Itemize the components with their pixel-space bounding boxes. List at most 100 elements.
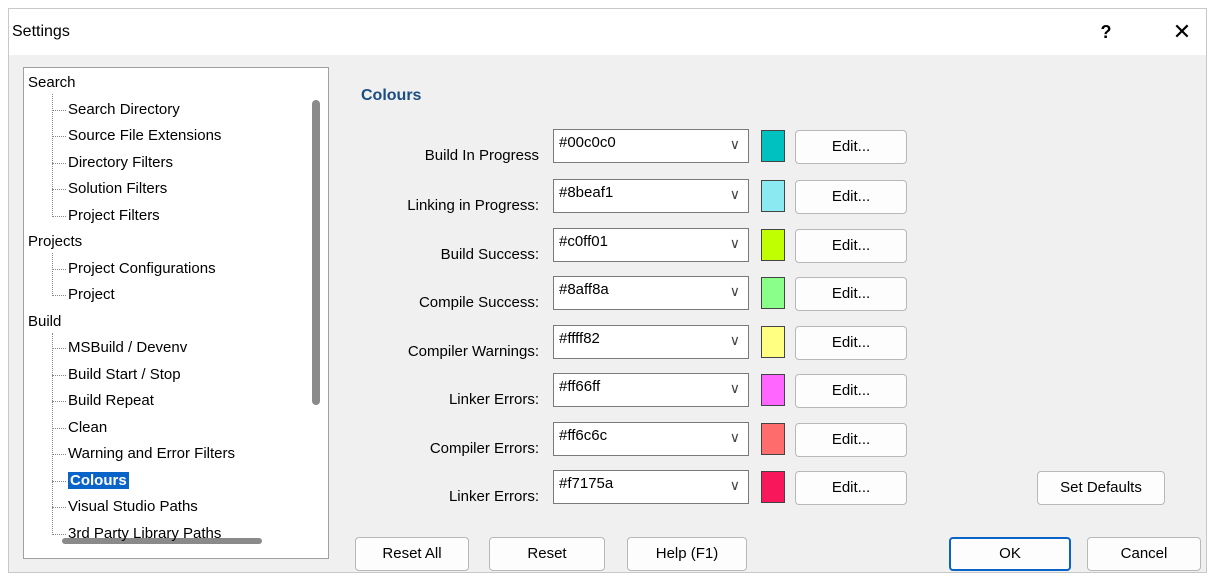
help-icon[interactable]: ?: [1091, 17, 1121, 47]
tree-item[interactable]: Colours: [68, 470, 129, 492]
tree-item-label: Solution Filters: [68, 180, 168, 197]
colour-combo[interactable]: #c0ff01 ∨: [553, 228, 749, 262]
colour-combo[interactable]: #f7175a ∨: [553, 470, 749, 504]
window-title: Settings: [12, 23, 70, 40]
chevron-down-icon[interactable]: ∨: [730, 429, 740, 446]
edit-button[interactable]: Edit...: [795, 423, 907, 457]
close-icon[interactable]: ✕: [1167, 17, 1197, 47]
tree-item[interactable]: Project Filters: [68, 205, 160, 227]
tree-item[interactable]: Warning and Error Filters: [68, 443, 235, 465]
colour-combo[interactable]: #8beaf1 ∨: [553, 179, 749, 213]
tree-connector: [52, 332, 53, 535]
colour-value: #f7175a: [559, 475, 614, 492]
colour-value: #ffff82: [559, 330, 600, 347]
tree-item[interactable]: Build Start / Stop: [68, 364, 181, 386]
tree-item-label: MSBuild / Devenv: [68, 339, 188, 356]
tree-vertical-scrollbar[interactable]: [312, 100, 320, 405]
tree-item[interactable]: Directory Filters: [68, 152, 173, 174]
settings-tree[interactable]: Search Search Directory Source File Extens…: [23, 67, 329, 559]
tree-connector: [52, 480, 66, 482]
tree-item[interactable]: MSBuild / Devenv: [68, 337, 187, 359]
colour-swatch: [761, 130, 785, 162]
chevron-down-icon[interactable]: ∨: [730, 332, 740, 349]
edit-button[interactable]: Edit...: [795, 471, 907, 505]
tree-item[interactable]: Source File Extensions: [68, 125, 221, 147]
tree-item-label: Clean: [68, 418, 108, 436]
tree-item[interactable]: Search Directory: [68, 99, 180, 121]
help-button[interactable]: Help (F1): [627, 537, 747, 571]
tree-item-label: Project Filters: [68, 206, 160, 224]
colour-swatch: [761, 423, 785, 455]
tree-connector: [52, 136, 66, 137]
colour-label: Compiler Warnings:: [407, 343, 539, 360]
colour-swatch: [761, 229, 785, 261]
tree-connector: [52, 533, 66, 535]
colour-value: #8aff8a: [559, 281, 609, 298]
colour-label: Build Success:: [440, 246, 539, 263]
chevron-down-icon[interactable]: ∨: [730, 136, 740, 153]
colour-combo[interactable]: #ffff82 ∨: [553, 325, 749, 359]
tree-item-label: Source File Extensions: [68, 127, 222, 144]
colour-swatch: [761, 326, 785, 358]
ok-button[interactable]: OK: [949, 537, 1071, 571]
tree-item-label: Visual Studio Paths: [68, 498, 198, 515]
cancel-button[interactable]: Cancel: [1087, 537, 1201, 571]
colour-combo[interactable]: #ff6c6c ∨: [553, 422, 749, 456]
tree-item[interactable]: Visual Studio Paths: [68, 496, 198, 518]
colour-label: Compile Success:: [418, 294, 539, 311]
chevron-down-icon[interactable]: ∨: [730, 186, 740, 203]
tree-connector: [52, 507, 66, 508]
tree-item[interactable]: Search: [28, 72, 76, 94]
tree-connector: [52, 295, 66, 296]
tree-connector: [52, 189, 66, 190]
title-bar: Settings ? ✕: [9, 9, 1206, 55]
tree-item-label: Warning and Error Filters: [68, 445, 235, 462]
reset-button[interactable]: Reset: [489, 537, 605, 571]
colour-value: #c0ff01: [559, 233, 608, 250]
colour-value: #ff66ff: [559, 378, 601, 395]
section-title: Colours: [361, 87, 422, 104]
tree-connector: [52, 215, 66, 217]
edit-button[interactable]: Edit...: [795, 374, 907, 408]
chevron-down-icon[interactable]: ∨: [730, 235, 740, 252]
tree-item[interactable]: Project Configurations: [68, 258, 216, 280]
tree-item[interactable]: 3rd Party Library Paths: [68, 523, 221, 545]
colour-swatch: [761, 471, 785, 503]
tree-item[interactable]: Build: [28, 311, 61, 333]
colour-swatch: [761, 277, 785, 309]
tree-item-label: Projects: [28, 233, 83, 250]
tree-item[interactable]: Solution Filters: [68, 178, 167, 200]
set-defaults-button[interactable]: Set Defaults: [1037, 471, 1165, 505]
tree-connector: [52, 374, 66, 376]
tree-item[interactable]: Project: [68, 284, 115, 306]
chevron-down-icon[interactable]: ∨: [730, 283, 740, 300]
edit-button[interactable]: Edit...: [795, 180, 907, 214]
tree-connector: [52, 109, 66, 111]
tree-item[interactable]: Build Repeat: [68, 390, 154, 412]
colour-swatch: [761, 180, 785, 212]
edit-button[interactable]: Edit...: [795, 277, 907, 311]
tree-item-label: Search Directory: [68, 100, 180, 118]
edit-button[interactable]: Edit...: [795, 130, 907, 164]
colour-combo[interactable]: #ff66ff ∨: [553, 373, 749, 407]
tree-item-label: Project: [68, 286, 115, 303]
tree-item-label: Project Configurations: [68, 259, 216, 277]
colour-value: #8beaf1: [559, 184, 614, 201]
colour-label: Linking in Progress:: [407, 197, 539, 214]
tree-item[interactable]: Projects: [28, 231, 82, 253]
tree-item[interactable]: Clean: [68, 417, 107, 439]
settings-dialog: Settings ? ✕ Search Search Directory Sourc…: [8, 8, 1207, 573]
reset-all-button[interactable]: Reset All: [355, 537, 469, 571]
chevron-down-icon[interactable]: ∨: [730, 477, 740, 494]
colour-combo[interactable]: #00c0c0 ∨: [553, 129, 749, 163]
tree-item-label: Build: [28, 312, 62, 330]
edit-button[interactable]: Edit...: [795, 326, 907, 360]
chevron-down-icon[interactable]: ∨: [730, 380, 740, 397]
colour-combo[interactable]: #8aff8a ∨: [553, 276, 749, 310]
colour-value: #ff6c6c: [559, 427, 608, 444]
edit-button[interactable]: Edit...: [795, 229, 907, 263]
tree-item-label: Build Repeat: [68, 392, 154, 409]
tree-connector: [52, 401, 66, 402]
colour-label: Compiler Errors:: [429, 440, 539, 457]
tree-connector: [52, 253, 53, 296]
